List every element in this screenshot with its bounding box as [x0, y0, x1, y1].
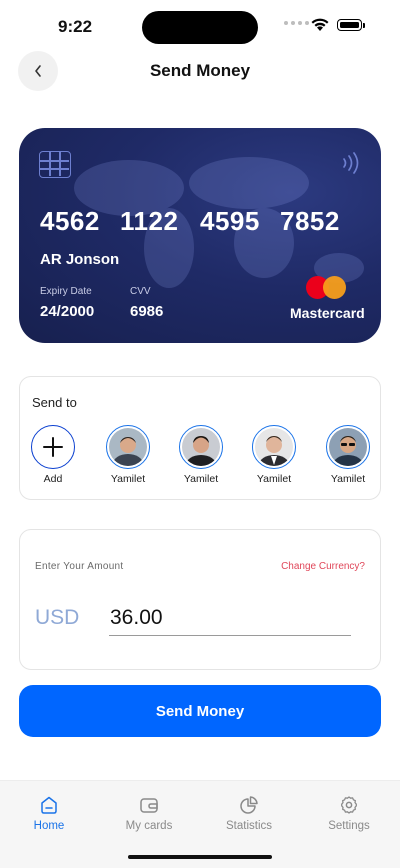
credit-card[interactable]: 4562 1122 4595 7852 AR Jonson Expiry Dat… [19, 128, 381, 343]
contact-name: Yamilet [183, 473, 219, 485]
tab-label: Statistics [225, 820, 272, 832]
tab-label: Settings [328, 820, 370, 832]
card-chip-icon [39, 151, 71, 178]
mastercard-logo-icon [306, 276, 348, 300]
battery-tip [363, 23, 365, 28]
card-number-group: 1122 [120, 206, 179, 236]
person-avatar-icon [329, 428, 367, 466]
dynamic-island [142, 11, 258, 44]
contact-item[interactable]: Yamilet [171, 425, 231, 485]
wifi-icon [311, 18, 329, 31]
add-contact-circle [31, 425, 75, 469]
contact-name: Yamilet [110, 473, 146, 485]
pie-chart-icon [240, 796, 258, 814]
add-contact-label: Add [43, 473, 63, 485]
change-currency-link[interactable]: Change Currency? [281, 561, 365, 572]
card-number: 4562 1122 4595 7852 [40, 206, 340, 237]
expiry-label: Expiry Date [40, 286, 92, 297]
amount-label: Enter Your Amount [35, 561, 124, 572]
add-contact-button[interactable]: Add [23, 425, 83, 485]
contactless-icon [343, 152, 359, 174]
tab-statistics[interactable]: Statistics [209, 793, 289, 832]
person-avatar-icon [182, 428, 220, 466]
avatar [326, 425, 370, 469]
gear-icon [341, 796, 357, 814]
home-indicator [128, 855, 272, 859]
tab-label: Home [33, 820, 65, 832]
cvv-value: 6986 [130, 303, 164, 320]
expiry-value: 24/2000 [40, 303, 95, 320]
card-number-group: 7852 [280, 206, 340, 236]
amount-panel: Enter Your Amount Change Currency? USD [19, 529, 381, 670]
tab-label: My cards [125, 820, 173, 832]
currency-code: USD [35, 606, 80, 629]
cvv-label: CVV [130, 286, 151, 297]
contact-item[interactable]: Yamilet [318, 425, 378, 485]
signal-dots-icon [284, 21, 309, 25]
card-number-group: 4595 [200, 206, 260, 236]
tab-home[interactable]: Home [9, 793, 89, 832]
status-bar: 9:22 [0, 0, 400, 54]
contact-name: Yamilet [256, 473, 292, 485]
plus-icon [43, 437, 63, 457]
card-holder-name: AR Jonson [40, 251, 120, 268]
avatar [252, 425, 296, 469]
send-to-panel: Send to Add Yamilet Yamilet Yamilet Yami… [19, 376, 381, 500]
contact-item[interactable]: Yamilet [244, 425, 304, 485]
tab-settings[interactable]: Settings [309, 793, 389, 832]
avatar [179, 425, 223, 469]
status-time: 9:22 [58, 17, 93, 36]
avatar [106, 425, 150, 469]
contact-name: Yamilet [330, 473, 366, 485]
contact-item[interactable]: Yamilet [98, 425, 158, 485]
page-title: Send Money [149, 61, 251, 80]
send-to-title: Send to [32, 395, 77, 410]
person-avatar-icon [255, 428, 293, 466]
home-icon [41, 796, 57, 814]
amount-input[interactable] [109, 600, 351, 636]
send-money-button[interactable]: Send Money [19, 685, 381, 737]
battery-icon [337, 19, 362, 31]
person-avatar-icon [109, 428, 147, 466]
card-number-group: 4562 [40, 206, 100, 236]
wallet-icon [140, 798, 158, 813]
tab-my-cards[interactable]: My cards [109, 793, 189, 832]
card-brand: Mastercard [290, 305, 365, 321]
